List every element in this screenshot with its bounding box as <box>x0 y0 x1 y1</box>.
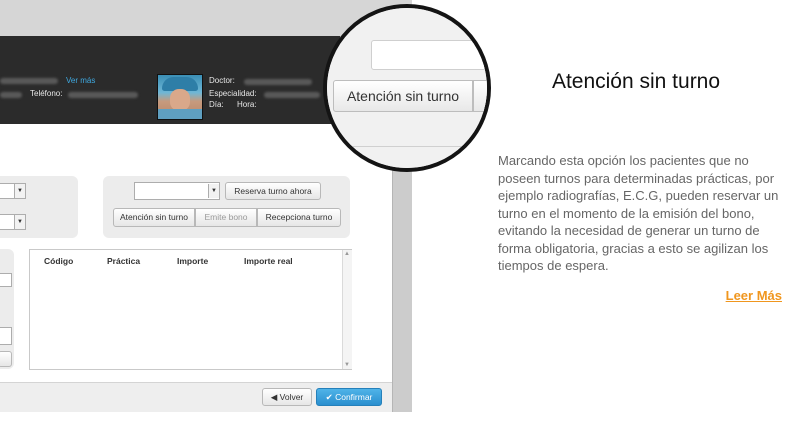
chevron-down-icon: ▼ <box>14 184 25 198</box>
doctor-label: Doctor: <box>209 76 235 85</box>
especialidad-value-blurred <box>264 92 320 98</box>
patient-data-blurred <box>0 92 22 98</box>
check-icon: ✔ <box>325 392 336 402</box>
ver-mas-link[interactable]: Ver más <box>66 76 95 85</box>
table-scrollbar[interactable]: ▲ ▼ <box>342 250 352 369</box>
small-input[interactable] <box>0 327 12 345</box>
turno-select[interactable]: ▼ <box>134 182 220 200</box>
tab-atencion-sin-turno[interactable]: Atención sin turno <box>113 208 195 227</box>
arrow-left-icon: ◀ <box>270 392 280 402</box>
form-footer: ◀ Volver ✔ Confirmar <box>0 382 392 412</box>
form-select-2[interactable]: ▼ <box>0 214 26 230</box>
lens-divider <box>327 146 487 147</box>
lens-atencion-sin-turno-button: Atención sin turno <box>333 80 473 112</box>
chevron-down-icon: ▼ <box>208 184 219 198</box>
dia-label: Día: <box>209 100 224 109</box>
volver-button[interactable]: ◀ Volver <box>262 388 312 406</box>
telefono-value-blurred <box>68 92 138 98</box>
hora-label: Hora: <box>237 100 257 109</box>
doctor-shirt <box>158 109 202 119</box>
lens-next-button <box>473 80 487 112</box>
patient-form-block: ▼ ▼ <box>0 176 78 238</box>
small-select[interactable] <box>0 273 12 287</box>
left-lower-block <box>0 249 14 369</box>
reserva-turno-button[interactable]: Reserva turno ahora <box>225 182 321 200</box>
tab-emite-bono[interactable]: Emite bono <box>195 208 257 227</box>
lens-turno-select <box>371 40 487 70</box>
patient-header: Ver más Teléfono: Doctor: Especialidad: … <box>0 36 340 124</box>
column-importe: Importe <box>177 256 209 266</box>
telefono-label: Teléfono: <box>30 89 63 98</box>
doctor-face <box>170 89 190 111</box>
column-codigo: Código <box>44 256 74 266</box>
volver-label: Volver <box>279 392 304 402</box>
patient-name-blurred <box>0 78 58 84</box>
small-button[interactable] <box>0 351 12 367</box>
confirmar-label: Confirmar <box>335 392 373 402</box>
magnifier-lens: Atención sin turno <box>323 4 491 172</box>
chevron-down-icon: ▼ <box>14 215 25 229</box>
doctor-avatar <box>157 74 203 120</box>
column-importe-real: Importe real <box>244 256 293 266</box>
feature-title: Atención sin turno <box>551 70 721 93</box>
especialidad-label: Especialidad: <box>209 89 257 98</box>
booking-block: ▼ Reserva turno ahora Atención sin turno… <box>103 176 350 238</box>
scroll-up-icon[interactable]: ▲ <box>344 251 350 257</box>
leer-mas-link[interactable]: Leer Más <box>690 288 782 303</box>
form-select-1[interactable]: ▼ <box>0 183 26 199</box>
feature-description: Marcando esta opción los pacientes que n… <box>498 153 779 273</box>
scroll-down-icon[interactable]: ▼ <box>344 362 350 368</box>
tab-recepciona-turno[interactable]: Recepciona turno <box>257 208 341 227</box>
doctor-value-blurred <box>244 79 312 85</box>
confirmar-button[interactable]: ✔ Confirmar <box>316 388 382 406</box>
column-practica: Práctica <box>107 256 141 266</box>
practices-table: Código Práctica Importe Importe real <box>29 249 352 370</box>
